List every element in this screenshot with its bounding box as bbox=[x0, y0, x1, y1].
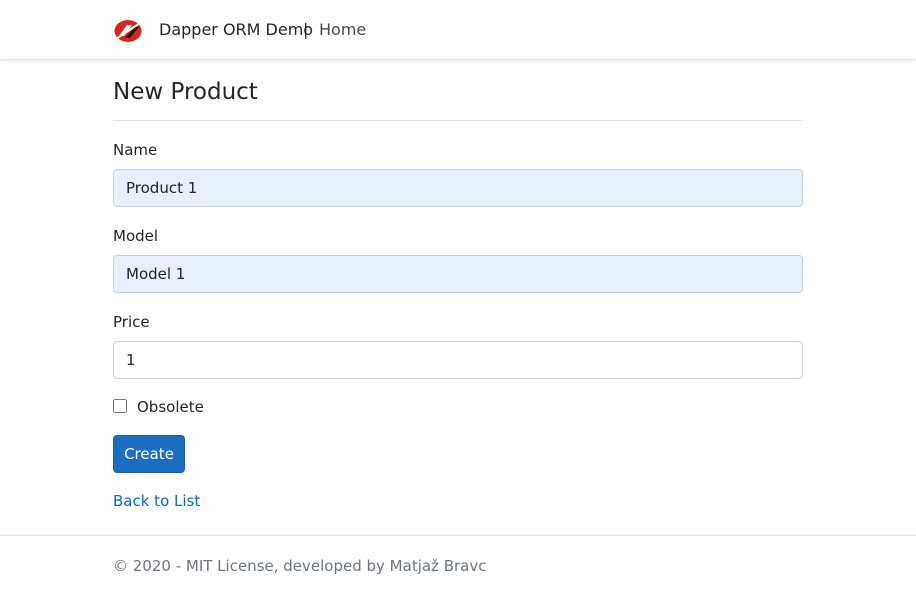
name-input[interactable] bbox=[113, 169, 803, 207]
price-input[interactable] bbox=[113, 341, 803, 379]
brand-link[interactable]: Dapper ORM Demo bbox=[159, 20, 313, 40]
footer-text: © 2020 - MIT License, developed by Matja… bbox=[113, 557, 487, 575]
top-navbar: Dapper ORM Demo | Home bbox=[0, 0, 916, 60]
price-label: Price bbox=[113, 313, 150, 331]
nav-separator: | bbox=[303, 20, 309, 39]
obsolete-label[interactable]: Obsolete bbox=[137, 397, 204, 417]
model-input[interactable] bbox=[113, 255, 803, 293]
page-title: New Product bbox=[113, 79, 258, 105]
back-to-list-link[interactable]: Back to List bbox=[113, 491, 200, 511]
nav-home-link[interactable]: Home bbox=[319, 20, 366, 40]
model-label: Model bbox=[113, 227, 159, 245]
name-label: Name bbox=[113, 141, 158, 159]
obsolete-checkbox[interactable] bbox=[113, 399, 127, 413]
footer-divider bbox=[0, 535, 916, 536]
app-logo-icon[interactable] bbox=[113, 18, 143, 44]
create-button[interactable]: Create bbox=[113, 435, 185, 473]
title-divider bbox=[113, 120, 803, 121]
